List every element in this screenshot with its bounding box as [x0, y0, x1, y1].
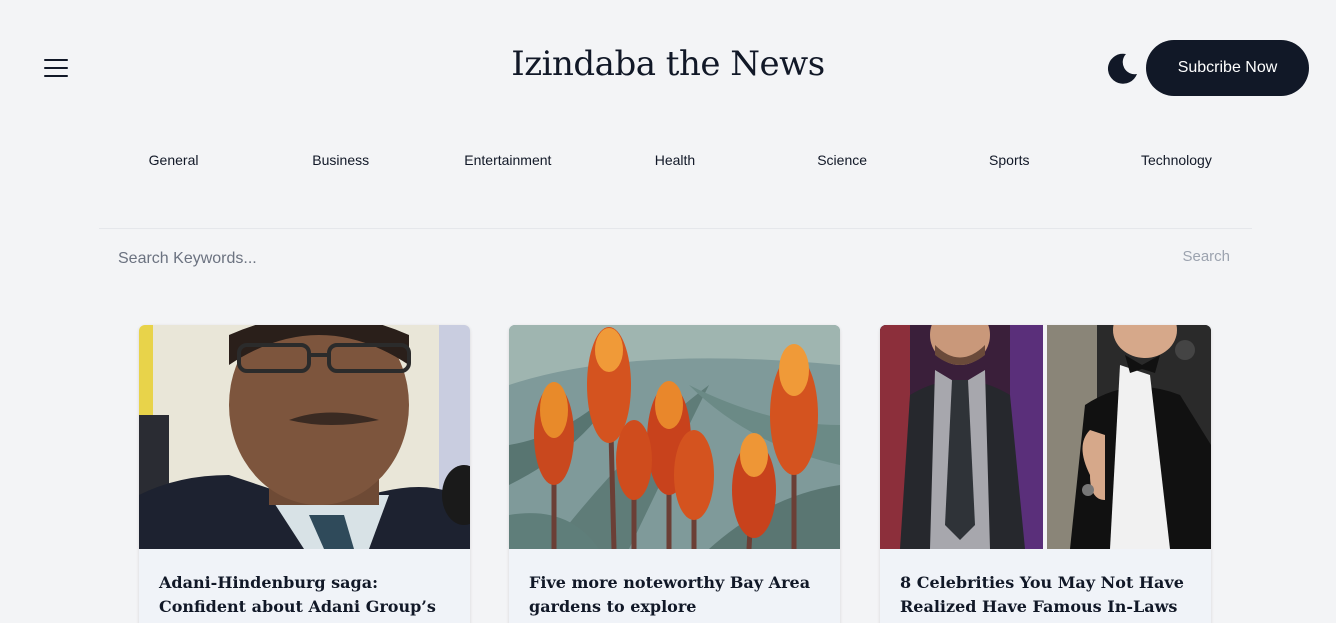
subscribe-button[interactable]: Subcribe Now — [1146, 40, 1309, 96]
article-image — [139, 325, 470, 549]
article-card[interactable]: Adani-Hindenburg saga: Confident about A… — [139, 325, 470, 623]
category-business[interactable]: Business — [257, 152, 424, 174]
article-image — [880, 325, 1211, 549]
category-technology[interactable]: Technology — [1093, 152, 1260, 174]
moon-icon[interactable] — [1106, 52, 1138, 84]
article-title[interactable]: Adani-Hindenburg saga: Confident about A… — [159, 571, 455, 623]
site-header: Izindaba the News Subcribe Now — [0, 0, 1336, 136]
article-card[interactable]: 8 Celebrities You May Not Have Realized … — [880, 325, 1211, 623]
search-button[interactable]: Search — [1182, 248, 1230, 265]
category-health[interactable]: Health — [591, 152, 758, 174]
category-nav: General Business Entertainment Health Sc… — [90, 152, 1260, 174]
search-input[interactable] — [99, 241, 1159, 277]
category-sports[interactable]: Sports — [926, 152, 1093, 174]
category-general[interactable]: General — [90, 152, 257, 174]
article-title[interactable]: Five more noteworthy Bay Area gardens to… — [529, 571, 825, 619]
search-bar: Search — [99, 228, 1252, 288]
article-image — [509, 325, 840, 549]
article-title[interactable]: 8 Celebrities You May Not Have Realized … — [900, 571, 1196, 619]
category-science[interactable]: Science — [759, 152, 926, 174]
article-card[interactable]: Five more noteworthy Bay Area gardens to… — [509, 325, 840, 623]
category-entertainment[interactable]: Entertainment — [424, 152, 591, 174]
